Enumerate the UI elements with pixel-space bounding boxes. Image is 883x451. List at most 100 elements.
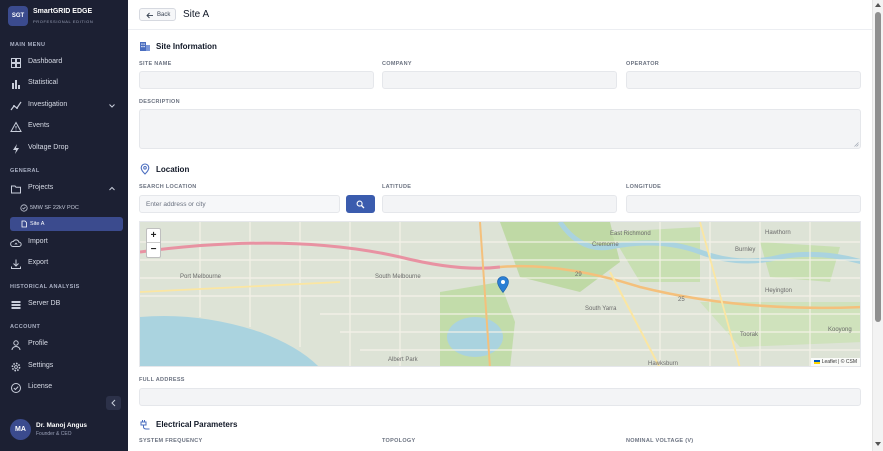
brand[interactable]: SGT SmartGRID EDGE PROFESSIONAL EDITION (8, 6, 122, 28)
sidebar-item-label: Profile (28, 340, 48, 347)
full-address-label: FULL ADDRESS (139, 377, 185, 383)
file-icon (21, 220, 27, 228)
download-icon (11, 259, 21, 269)
sidebar-item-projects[interactable]: Projects (0, 180, 128, 198)
app-logo: SGT (8, 6, 28, 26)
chevron-down-icon (109, 104, 115, 108)
sidebar-item-label: Projects (28, 184, 54, 191)
section-heading-electrical-parameters: Electrical Parameters (156, 420, 238, 429)
map-label: Heyington (765, 288, 793, 294)
scroll-up-arrow-icon[interactable] (875, 3, 881, 7)
zoom-out-button[interactable]: − (147, 243, 160, 257)
longitude-label: LONGITUDE (626, 184, 662, 190)
user-profile[interactable]: MA Dr. Manoj Angus Founder & CEO (10, 418, 124, 442)
chevron-up-icon (109, 186, 115, 191)
sidebar-item-label: Statistical (28, 79, 58, 86)
map-label: Cremorne (592, 242, 619, 248)
cloud-upload-icon (10, 239, 22, 247)
chevron-left-icon (111, 399, 116, 407)
map-label: Kooyong (828, 327, 852, 333)
resize-handle-icon[interactable] (854, 142, 859, 147)
map-attribution[interactable]: Leaflet | © CSM (810, 358, 860, 366)
back-label: Back (157, 12, 171, 18)
collapse-sidebar-button[interactable] (106, 396, 121, 410)
dashboard-icon (11, 58, 21, 68)
location-pin-icon (140, 163, 150, 175)
map-label: Albert Park (388, 357, 418, 363)
company-input[interactable] (382, 71, 617, 89)
search-button[interactable] (346, 195, 375, 213)
location-map[interactable]: Port Melbourne South Melbourne East Rich… (139, 221, 861, 367)
map-marker-icon[interactable] (497, 276, 509, 293)
sidebar-item-settings[interactable]: Settings (0, 358, 128, 376)
scrollbar-thumb[interactable] (875, 12, 881, 322)
section-general: GENERAL (10, 168, 40, 174)
back-button[interactable]: Back (139, 8, 176, 21)
lightning-icon (13, 144, 19, 154)
arrow-left-icon (146, 12, 153, 19)
search-icon (356, 200, 365, 209)
sidebar-item-label: Voltage Drop (28, 144, 69, 151)
section-main-menu: MAIN MENU (10, 42, 46, 48)
nominal-voltage-label: NOMINAL VOLTAGE (V) (626, 438, 694, 444)
user-icon (11, 340, 21, 351)
sidebar-item-investigation[interactable]: Investigation (0, 97, 128, 115)
page-scrollbar[interactable] (872, 0, 883, 451)
map-label: Toorak (740, 332, 759, 338)
map-label: 29 (575, 272, 582, 278)
sidebar-item-label: Server DB (28, 300, 61, 307)
sidebar-item-dashboard[interactable]: Dashboard (0, 54, 128, 72)
sidebar-item-license[interactable]: License (0, 379, 128, 397)
map-label: Burnley (735, 247, 756, 253)
sidebar-item-import[interactable]: Import (0, 234, 128, 252)
search-location-input[interactable] (139, 195, 340, 213)
operator-input[interactable] (626, 71, 861, 89)
map-label: South Melbourne (375, 274, 421, 280)
sidebar-item-events[interactable]: Events (0, 118, 128, 136)
description-label: DESCRIPTION (139, 99, 180, 105)
sidebar-item-voltage-drop[interactable]: Voltage Drop (0, 140, 128, 158)
investigation-icon (10, 101, 22, 111)
section-account: ACCOUNT (10, 324, 41, 330)
site-name-label: SITE NAME (139, 61, 172, 67)
sidebar-subitem-label: Site A (30, 221, 45, 227)
attribution-text[interactable]: Leaflet | © CSM (822, 359, 857, 365)
sidebar-item-label: Dashboard (28, 58, 63, 65)
site-name-input[interactable] (139, 71, 374, 89)
check-circle-icon (20, 204, 28, 212)
sidebar-item-statistical[interactable]: Statistical (0, 75, 128, 93)
system-frequency-label: SYSTEM FREQUENCY (139, 438, 203, 444)
longitude-input[interactable] (626, 195, 861, 213)
map-tiles (140, 222, 860, 366)
zoom-in-button[interactable]: + (147, 229, 160, 243)
sidebar-subitem-site-a[interactable]: Site A (10, 217, 123, 231)
sidebar-item-label: License (28, 383, 53, 390)
gear-icon (11, 362, 21, 372)
sidebar-item-label: Export (28, 259, 49, 266)
map-label: 25 (678, 297, 685, 303)
sidebar-subitem-label: 5MW SF 22kV POC (30, 205, 79, 211)
map-label: East Richmond (610, 231, 651, 237)
scroll-down-arrow-icon[interactable] (875, 442, 881, 446)
topology-label: TOPOLOGY (382, 438, 416, 444)
sidebar-item-label: Events (28, 122, 50, 129)
section-heading-site-information: Site Information (156, 42, 217, 51)
top-bar: Back Site A (128, 0, 872, 30)
map-label: South Yarra (585, 306, 617, 312)
search-location-label: SEARCH LOCATION (139, 184, 197, 190)
folder-icon (11, 185, 21, 194)
sidebar-item-export[interactable]: Export (0, 255, 128, 273)
sidebar-item-label: Investigation (28, 101, 68, 108)
sidebar-subitem-project[interactable]: 5MW SF 22kV POC (10, 201, 123, 215)
operator-label: OPERATOR (626, 61, 660, 67)
description-textarea[interactable] (139, 109, 861, 149)
database-icon (11, 301, 21, 309)
sidebar-item-profile[interactable]: Profile (0, 336, 128, 354)
badge-check-icon (11, 383, 21, 393)
app-name: SmartGRID EDGE (33, 8, 93, 15)
full-address-input[interactable] (139, 388, 861, 406)
sidebar-item-server-db[interactable]: Server DB (0, 296, 128, 314)
latitude-input[interactable] (382, 195, 617, 213)
building-icon (140, 42, 150, 51)
electrical-icon (140, 420, 150, 430)
